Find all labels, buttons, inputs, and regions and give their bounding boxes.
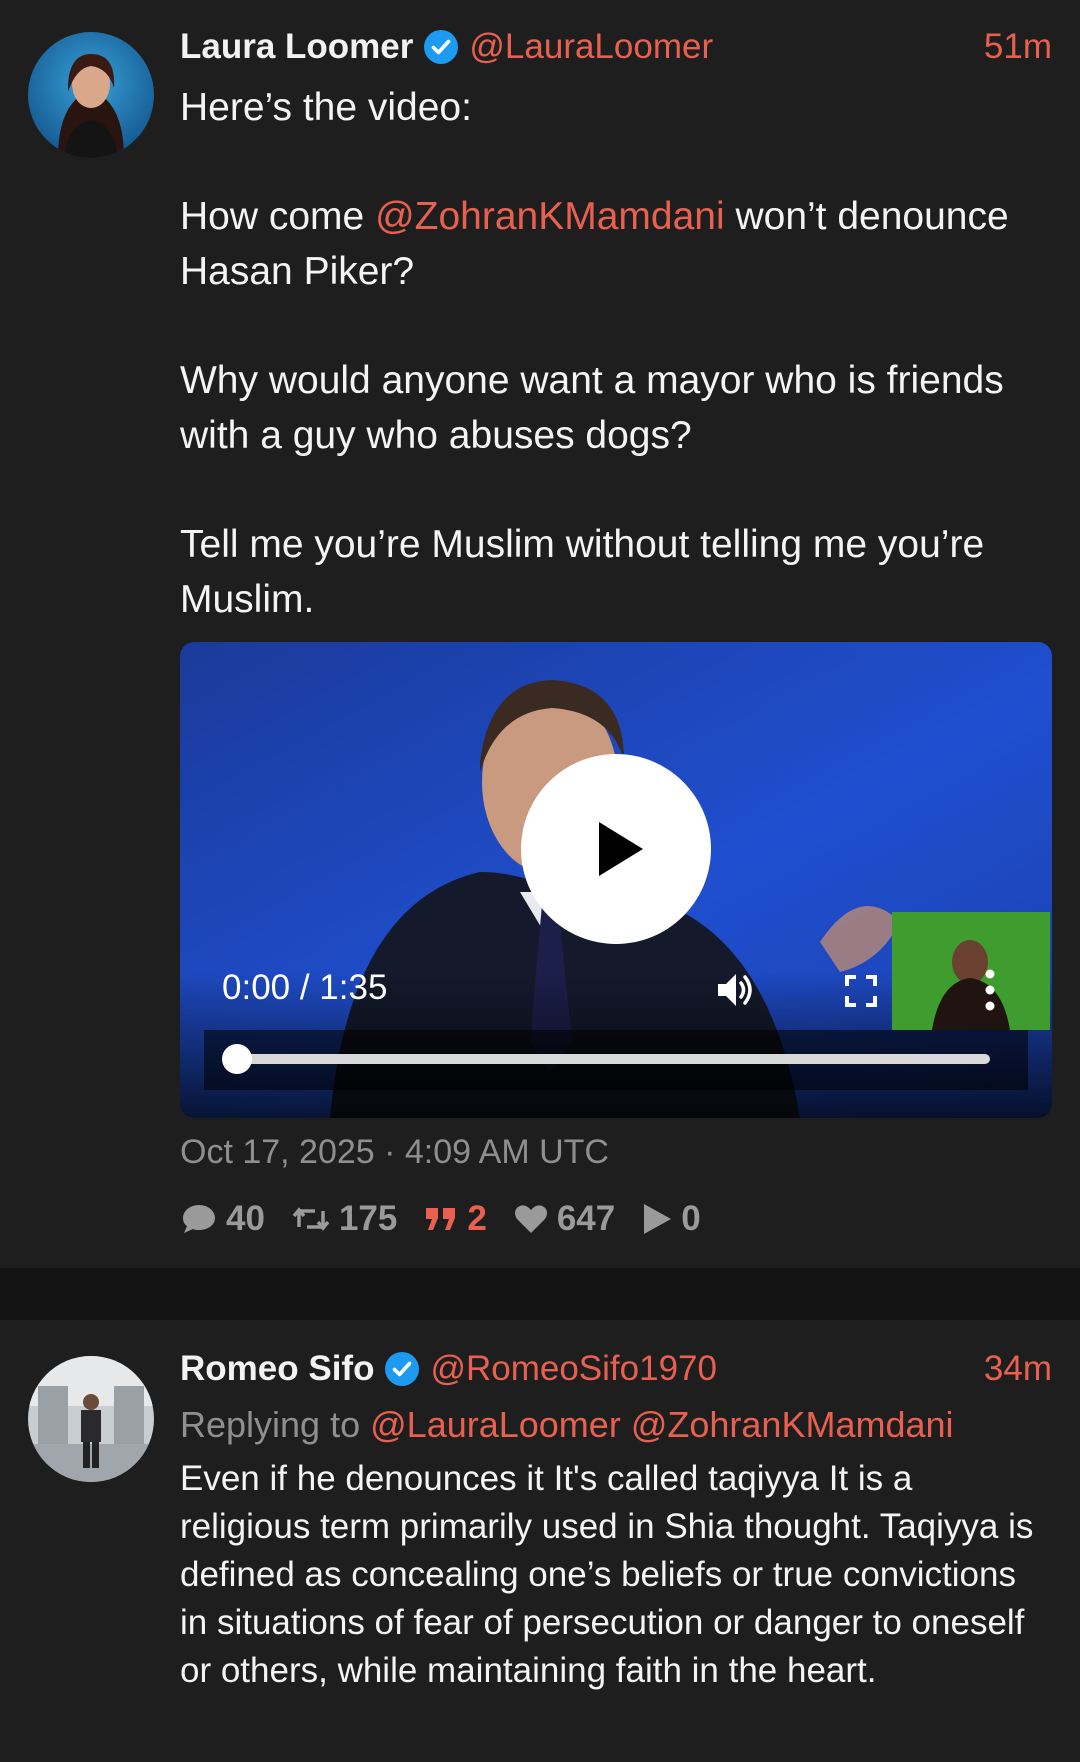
heart-icon <box>514 1205 547 1233</box>
tweet-text: Even if he denounces it It's called taqi… <box>180 1459 1034 1690</box>
quote-icon <box>426 1208 456 1230</box>
more-vertical-icon[interactable] <box>982 968 998 1012</box>
quote-count[interactable]: 2 <box>423 1199 487 1239</box>
tweet-date[interactable]: Oct 17, 2025 · 4:09 AM UTC <box>180 1133 609 1172</box>
tweet-time[interactable]: 51m <box>984 27 1052 67</box>
video-player[interactable]: 0:00 / 1:35 <box>180 642 1052 1118</box>
play-button[interactable] <box>521 754 711 944</box>
reply-mention-link[interactable]: @LauraLoomer <box>370 1404 621 1445</box>
video-progress-bar[interactable] <box>226 1054 990 1064</box>
tweet-time[interactable]: 34m <box>984 1349 1052 1389</box>
verified-badge-icon <box>424 30 459 64</box>
retweet-icon <box>292 1207 330 1231</box>
tweet-paragraph: How come @ZohranKMamdani won’t denounce … <box>180 195 1009 293</box>
play-count[interactable]: 0 <box>641 1199 701 1239</box>
reply-tweet[interactable]: Romeo Sifo @RomeoSifo1970 34m Replying t… <box>0 1320 1080 1762</box>
avatar[interactable] <box>28 1356 154 1482</box>
author-handle[interactable]: @LauraLoomer <box>469 27 713 67</box>
tweet-header: Laura Loomer @LauraLoomer 51m <box>180 22 1052 72</box>
thread-separator <box>0 1268 1080 1320</box>
verified-badge-icon <box>385 1352 420 1386</box>
play-icon <box>599 822 643 876</box>
comment-icon <box>183 1205 215 1233</box>
play-count-icon <box>644 1204 672 1234</box>
tweet-stats: 40 175 2 647 0 <box>180 1195 727 1243</box>
video-progress-knob[interactable] <box>222 1044 252 1074</box>
retweet-count[interactable]: 175 <box>291 1199 397 1239</box>
main-tweet[interactable]: Laura Loomer @LauraLoomer 51m Here’s the… <box>0 0 1080 1268</box>
like-count[interactable]: 647 <box>513 1199 615 1239</box>
mention-link[interactable]: @ZohranKMamdani <box>375 195 725 238</box>
tweet-paragraph: Here’s the video: <box>180 86 472 129</box>
author-handle[interactable]: @RomeoSifo1970 <box>430 1349 717 1389</box>
reply-mention-link[interactable]: @ZohranKMamdani <box>631 1404 954 1445</box>
fullscreen-icon[interactable] <box>844 974 878 1008</box>
tweet-paragraph: Tell me you’re Muslim without telling me… <box>180 523 985 621</box>
reply-count[interactable]: 40 <box>180 1199 265 1239</box>
tweet-header: Romeo Sifo @RomeoSifo1970 34m <box>180 1344 1052 1394</box>
tweet-text: Here’s the video: How come @ZohranKMamda… <box>180 80 1052 627</box>
video-time-label: 0:00 / 1:35 <box>222 968 388 1007</box>
avatar[interactable] <box>28 32 154 158</box>
author-name[interactable]: Romeo Sifo <box>180 1349 374 1389</box>
replying-to: Replying to @LauraLoomer @ZohranKMamdani <box>180 1404 954 1445</box>
volume-icon[interactable] <box>714 968 758 1012</box>
author-name[interactable]: Laura Loomer <box>180 27 413 67</box>
tweet-paragraph: Why would anyone want a mayor who is fri… <box>180 359 1004 457</box>
